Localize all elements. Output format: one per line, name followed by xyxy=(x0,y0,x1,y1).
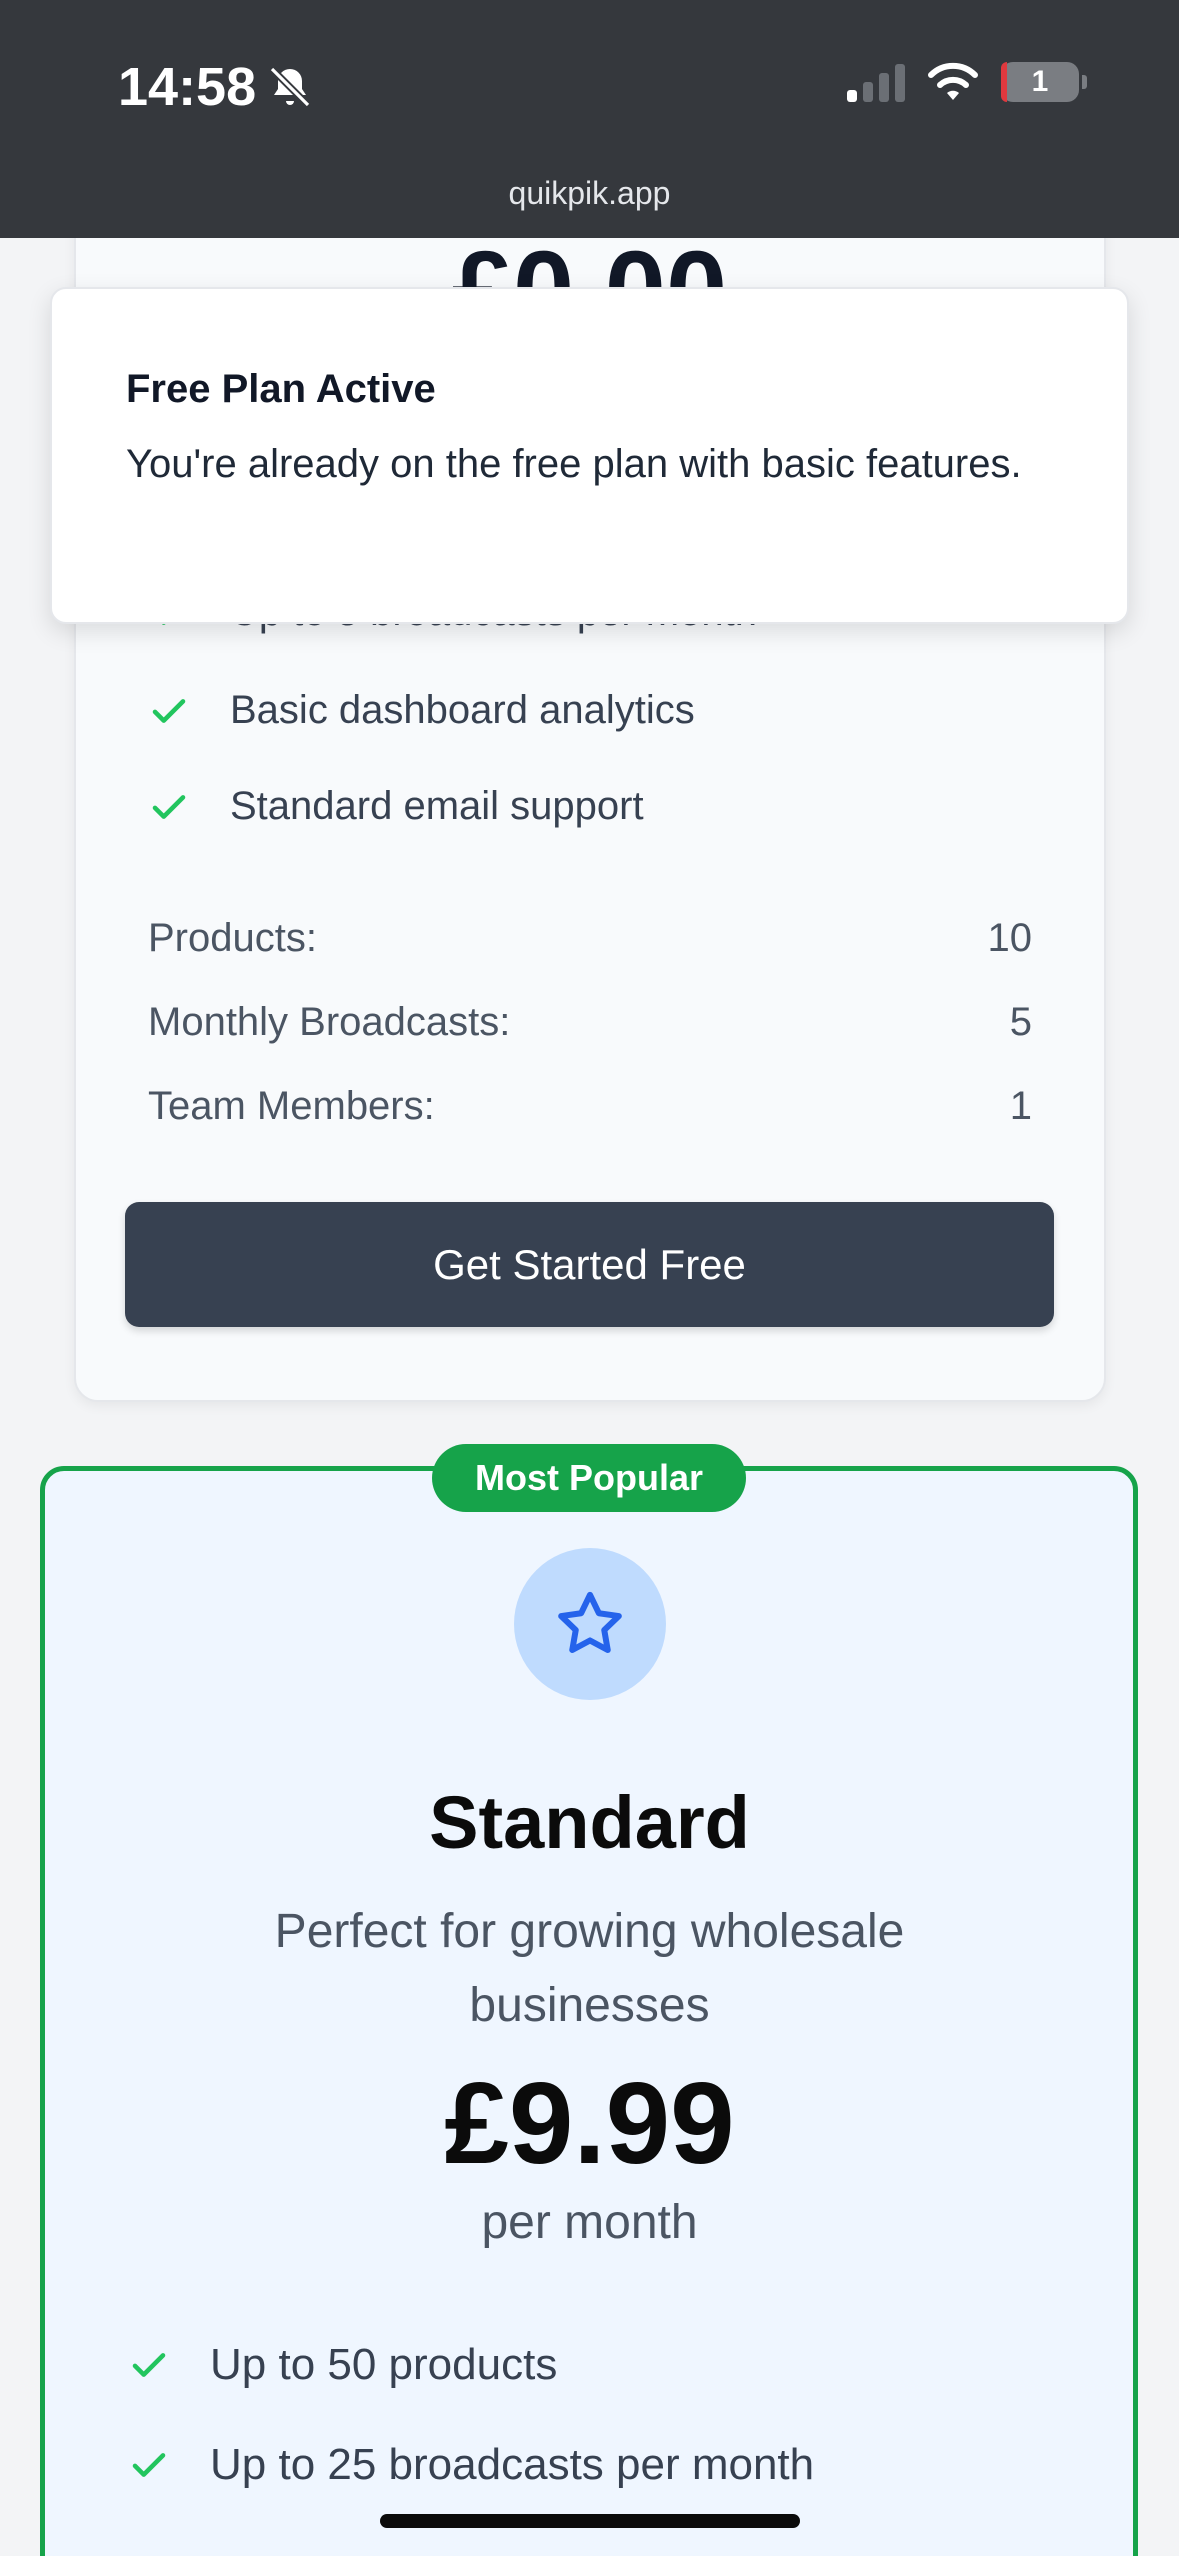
address-bar-url[interactable]: quikpik.app xyxy=(0,175,1179,212)
wifi-icon xyxy=(928,62,978,100)
toast-message: You're already on the free plan with bas… xyxy=(126,442,1022,486)
stat-value: 5 xyxy=(1009,1000,1032,1044)
plan-price: £9.99 xyxy=(444,2058,735,2188)
stat-row-products: Products: 10 xyxy=(148,916,1032,961)
stat-label: Monthly Broadcasts: xyxy=(148,1000,511,1044)
free-feature-label: Standard email support xyxy=(230,784,644,828)
free-feature-label: Basic dashboard analytics xyxy=(230,688,695,732)
battery-icon: 1 xyxy=(1001,62,1087,102)
check-icon xyxy=(132,2453,166,2477)
check-icon xyxy=(152,698,186,723)
stat-value: 1 xyxy=(1009,1084,1032,1128)
stat-row-broadcasts: Monthly Broadcasts: 5 xyxy=(148,1000,1032,1045)
cellular-signal-icon xyxy=(847,62,905,102)
clock: 14:58 xyxy=(118,56,314,118)
bell-muted-icon xyxy=(269,66,311,108)
toast-notification[interactable]: Free Plan Active You're already on the f… xyxy=(50,287,1129,624)
stat-value: 10 xyxy=(987,916,1033,960)
clock-time: 14:58 xyxy=(118,57,257,117)
plan-icon-circle xyxy=(514,1548,666,1700)
status-bar: 14:58 1 quikpik.app xyxy=(0,0,1179,238)
plan-period: per month xyxy=(481,2196,698,2249)
standard-feature-label: Up to 50 products xyxy=(210,2340,558,2389)
plan-description: Perfect for growing wholesale businesses xyxy=(274,1905,905,2033)
standard-feature-item: Up to 25 broadcasts per month xyxy=(128,2440,814,2490)
stat-label: Team Members: xyxy=(148,1084,435,1128)
system-icons: 1 xyxy=(847,62,1087,102)
standard-feature-item: Up to 50 products xyxy=(128,2340,557,2390)
get-started-free-button[interactable]: Get Started Free xyxy=(125,1202,1054,1327)
battery-level: 1 xyxy=(1031,65,1049,98)
toast-title: Free Plan Active xyxy=(126,367,436,411)
plan-name: Standard xyxy=(429,1781,750,1864)
star-icon xyxy=(558,1591,622,1653)
check-icon xyxy=(132,2353,166,2377)
standard-feature-label: Up to 25 broadcasts per month xyxy=(210,2440,815,2489)
most-popular-badge: Most Popular xyxy=(432,1444,746,1512)
home-indicator[interactable] xyxy=(380,2514,800,2528)
free-feature-item: Standard email support xyxy=(148,784,644,829)
stat-row-team-members: Team Members: 1 xyxy=(148,1084,1032,1129)
check-icon xyxy=(152,794,186,819)
free-feature-item: Basic dashboard analytics xyxy=(148,688,695,733)
stat-label: Products: xyxy=(148,916,317,960)
